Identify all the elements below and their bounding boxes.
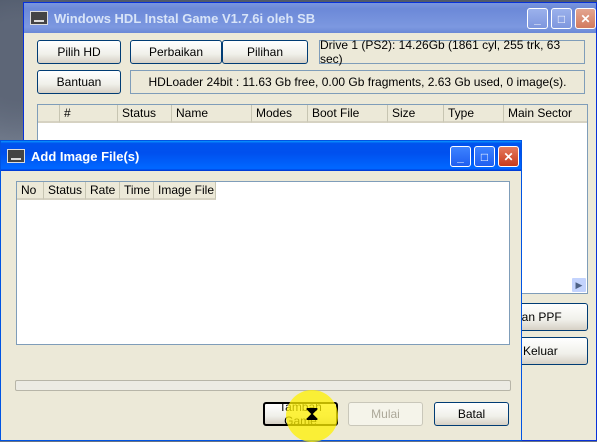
- scroll-right-icon[interactable]: ▶: [571, 277, 587, 293]
- column-header[interactable]: Name: [172, 105, 252, 123]
- mulai-button[interactable]: Mulai: [348, 402, 423, 426]
- column-header[interactable]: Modes: [252, 105, 308, 123]
- maximize-icon[interactable]: □: [474, 146, 495, 167]
- image-file-list[interactable]: No Status Rate Time Image File: [16, 181, 510, 345]
- perbaikan-button[interactable]: Perbaikan: [130, 40, 222, 64]
- column-header[interactable]: Boot File: [308, 105, 388, 123]
- column-header[interactable]: Status: [118, 105, 172, 123]
- column-header[interactable]: Status: [44, 182, 86, 200]
- drive-info: Drive 1 (PS2): 14.26Gb (1861 cyl, 255 tr…: [319, 38, 585, 66]
- column-header[interactable]: Rate: [86, 182, 120, 200]
- main-titlebar[interactable]: Windows HDL Instal Game V1.7.6i oleh SB …: [24, 3, 596, 33]
- column-header[interactable]: Time: [120, 182, 154, 200]
- hourglass-cursor-icon: ⧗: [305, 403, 320, 425]
- bantuan-button[interactable]: Bantuan: [37, 70, 121, 94]
- dialog-title: Add Image File(s): [31, 148, 140, 164]
- column-header[interactable]: #: [60, 105, 118, 123]
- pilih-hd-button[interactable]: Pilih HD: [37, 40, 121, 64]
- keluar-label: Keluar: [523, 344, 558, 358]
- column-header[interactable]: Size: [388, 105, 444, 123]
- maximize-icon[interactable]: □: [551, 8, 572, 29]
- pilihan-button[interactable]: Pilihan: [222, 40, 308, 64]
- hdloader-info: HDLoader 24bit : 11.63 Gb free, 0.00 Gb …: [130, 70, 585, 94]
- progress-bar: [15, 380, 511, 391]
- column-header[interactable]: Image File: [154, 182, 216, 200]
- image-list-header: No Status Rate Time Image File: [17, 182, 216, 200]
- add-image-dialog: Add Image File(s) _ □ ✕ No Status Rate T…: [0, 140, 522, 441]
- column-header[interactable]: Main Sector: [504, 105, 587, 123]
- hdd-app-icon: [7, 149, 25, 163]
- main-window-title: Windows HDL Instal Game V1.7.6i oleh SB: [54, 10, 316, 26]
- dialog-titlebar[interactable]: Add Image File(s) _ □ ✕: [1, 141, 521, 171]
- minimize-icon[interactable]: _: [527, 8, 548, 29]
- game-list-header: # Status Name Modes Boot File Size Type …: [38, 105, 587, 123]
- close-icon[interactable]: ✕: [498, 146, 519, 167]
- column-header[interactable]: Type: [444, 105, 504, 123]
- close-icon[interactable]: ✕: [575, 8, 596, 29]
- batal-button[interactable]: Batal: [434, 402, 509, 426]
- column-header[interactable]: [38, 105, 60, 123]
- column-header[interactable]: No: [17, 182, 44, 200]
- minimize-icon[interactable]: _: [450, 146, 471, 167]
- hdd-app-icon: [30, 11, 48, 25]
